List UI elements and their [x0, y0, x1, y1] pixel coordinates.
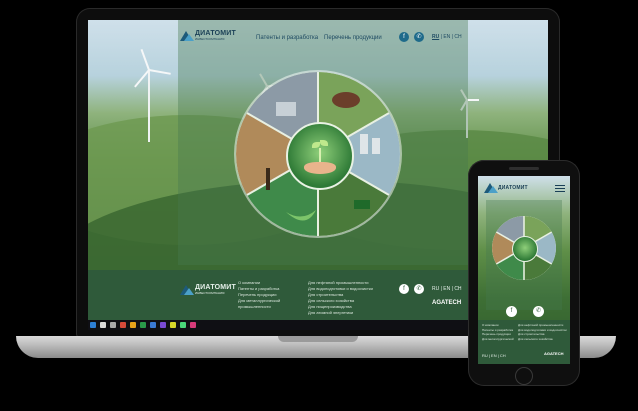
footer-link[interactable]: Для атомной энергетики — [308, 310, 373, 316]
footer-logo-subtitle: ИНВЕСТКОМПАНИЯ — [195, 291, 225, 295]
sprout-icon — [312, 140, 328, 164]
lang-ru[interactable]: RU — [432, 34, 439, 40]
app-icon[interactable] — [180, 322, 186, 328]
logo-mark-icon — [180, 30, 194, 41]
app-icon[interactable] — [170, 322, 176, 328]
footer-link[interactable]: Для металлургической — [482, 337, 514, 342]
lang-others[interactable]: | EN | CH — [441, 34, 462, 40]
phone-footer-col1: О компании Патенты и разработка Перечень… — [482, 323, 514, 341]
agatech-logo[interactable]: AGATECH — [432, 300, 461, 306]
start-icon[interactable] — [90, 322, 96, 328]
language-switcher[interactable]: RU | EN | CH — [432, 34, 462, 40]
footer-phone-icon[interactable]: ✆ — [414, 284, 424, 294]
footer-link[interactable]: Для сельского хозяйства — [518, 337, 567, 342]
site-logo[interactable]: ДИАТОМИТ ИНВЕСТКОМПАНИЯ — [180, 30, 236, 41]
phone-footer: О компании Патенты и разработка Перечень… — [478, 320, 570, 364]
folder-icon[interactable] — [130, 322, 136, 328]
footer-logo[interactable]: ДИАТОМИТ ИНВЕСТКОМПАНИЯ — [180, 284, 236, 295]
phone-facebook-icon[interactable]: f — [506, 306, 517, 317]
footer-links-col1: О компании Патенты и разработка Перечень… — [238, 280, 280, 310]
logo-mark-icon — [484, 183, 498, 193]
logo-name: ДИАТОМИТ — [195, 30, 237, 37]
phone-speaker — [509, 167, 539, 170]
nav-patents[interactable]: Патенты и разработка — [256, 35, 318, 41]
phone-logo[interactable]: ДИАТОМИТ — [484, 183, 528, 193]
footer-link[interactable]: Перечень продукции — [482, 332, 514, 337]
app-icon[interactable] — [190, 322, 196, 328]
logo-mark-icon — [180, 284, 194, 295]
footer-language-switcher[interactable]: RU | EN | CH — [432, 286, 462, 292]
phone-phone-icon[interactable]: ✆ — [533, 306, 544, 317]
phone-logo-name: ДИАТОМИТ — [498, 184, 528, 191]
logo-subtitle: ИНВЕСТКОМПАНИЯ — [195, 37, 225, 41]
app-icon[interactable] — [160, 322, 166, 328]
laptop-notch — [278, 336, 358, 342]
app-icon[interactable] — [120, 322, 126, 328]
phone-footer-col2: Для нефтяной промышленности Для водоподг… — [518, 323, 567, 341]
industry-wheel — [236, 72, 400, 236]
footer-facebook-icon[interactable]: f — [399, 284, 409, 294]
app-icon[interactable] — [140, 322, 146, 328]
phone-home-button[interactable] — [515, 367, 533, 385]
nav-products[interactable]: Перечень продукции — [324, 35, 382, 41]
facebook-icon[interactable]: f — [399, 32, 409, 42]
phone-screen: ДИАТОМИТ f ✆ О компании Патенты и разраб… — [478, 176, 570, 364]
phone-icon[interactable]: ✆ — [414, 32, 424, 42]
phone-wheel-center[interactable] — [512, 236, 538, 262]
footer-link[interactable]: Для нефтяной промышленности — [518, 323, 567, 328]
wheel-center-sprout[interactable] — [286, 122, 354, 190]
search-icon[interactable] — [100, 322, 106, 328]
phone-agatech-logo[interactable]: AGATECH — [544, 351, 563, 356]
site-header: ДИАТОМИТ ИНВЕСТКОМПАНИЯ Патенты и разраб… — [88, 20, 548, 60]
phone-language-switcher[interactable]: RU | EN | CH — [482, 353, 506, 358]
footer-links-col2: Для нефтяной промышленности Для водоподг… — [308, 280, 373, 316]
phone-industry-wheel — [492, 216, 556, 280]
browser-icon[interactable] — [150, 322, 156, 328]
hand-icon — [304, 162, 336, 174]
footer-link[interactable]: промышленности — [238, 304, 280, 310]
hamburger-menu-icon[interactable] — [555, 185, 565, 194]
footer-logo-name: ДИАТОМИТ — [195, 284, 237, 291]
task-view-icon[interactable] — [110, 322, 116, 328]
